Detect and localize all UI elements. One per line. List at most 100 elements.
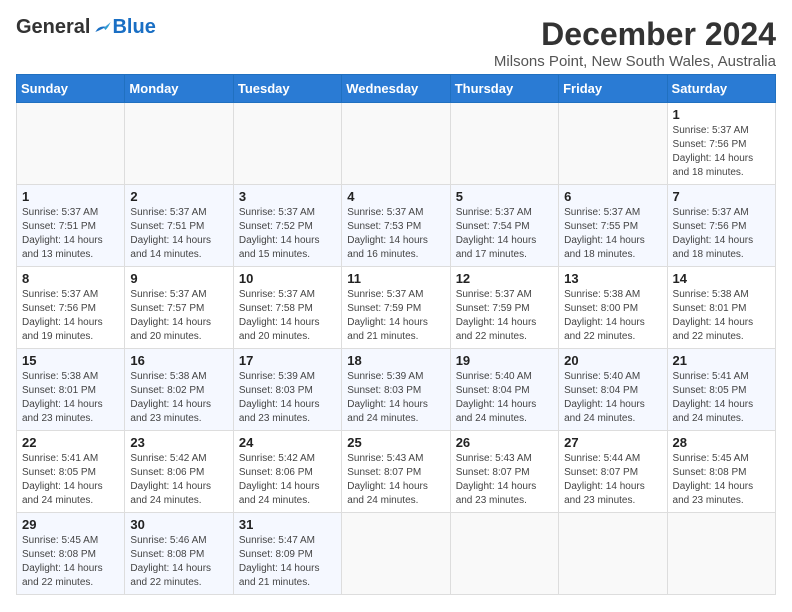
table-row: 17 Sunrise: 5:39 AM Sunset: 8:03 PM Dayl… — [233, 349, 341, 431]
day-number: 5 — [456, 189, 553, 204]
table-row: 9 Sunrise: 5:37 AM Sunset: 7:57 PM Dayli… — [125, 267, 233, 349]
day-info: Sunrise: 5:37 AM Sunset: 7:55 PM Dayligh… — [564, 206, 661, 262]
day-info: Sunrise: 5:37 AM Sunset: 7:56 PM Dayligh… — [673, 124, 770, 180]
table-row: 4 Sunrise: 5:37 AM Sunset: 7:53 PM Dayli… — [342, 185, 450, 267]
calendar-week-1: 1 Sunrise: 5:37 AM Sunset: 7:56 PM Dayli… — [17, 103, 776, 185]
day-info: Sunrise: 5:40 AM Sunset: 8:04 PM Dayligh… — [456, 370, 553, 426]
header-tuesday: Tuesday — [233, 75, 341, 103]
day-info: Sunrise: 5:37 AM Sunset: 7:56 PM Dayligh… — [673, 206, 770, 262]
day-number: 30 — [130, 517, 227, 532]
calendar-week-4: 15 Sunrise: 5:38 AM Sunset: 8:01 PM Dayl… — [17, 349, 776, 431]
day-number: 14 — [673, 271, 770, 286]
table-row — [125, 103, 233, 185]
day-number: 4 — [347, 189, 444, 204]
day-number: 10 — [239, 271, 336, 286]
table-row: 5 Sunrise: 5:37 AM Sunset: 7:54 PM Dayli… — [450, 185, 558, 267]
day-number: 31 — [239, 517, 336, 532]
day-info: Sunrise: 5:45 AM Sunset: 8:08 PM Dayligh… — [22, 534, 119, 590]
day-info: Sunrise: 5:38 AM Sunset: 8:02 PM Dayligh… — [130, 370, 227, 426]
day-number: 13 — [564, 271, 661, 286]
logo-bird-icon — [92, 18, 112, 38]
table-row: 25 Sunrise: 5:43 AM Sunset: 8:07 PM Dayl… — [342, 431, 450, 513]
day-number: 11 — [347, 271, 444, 286]
day-number: 16 — [130, 353, 227, 368]
calendar-header-row: SundayMondayTuesdayWednesdayThursdayFrid… — [17, 75, 776, 103]
logo-general-text: General — [16, 16, 90, 39]
day-number: 17 — [239, 353, 336, 368]
calendar-week-6: 29 Sunrise: 5:45 AM Sunset: 8:08 PM Dayl… — [17, 513, 776, 595]
table-row: 3 Sunrise: 5:37 AM Sunset: 7:52 PM Dayli… — [233, 185, 341, 267]
table-row — [559, 103, 667, 185]
calendar-week-2: 1 Sunrise: 5:37 AM Sunset: 7:51 PM Dayli… — [17, 185, 776, 267]
header-wednesday: Wednesday — [342, 75, 450, 103]
table-row: 28 Sunrise: 5:45 AM Sunset: 8:08 PM Dayl… — [667, 431, 775, 513]
title-area: December 2024 Milsons Point, New South W… — [494, 16, 776, 70]
calendar-week-5: 22 Sunrise: 5:41 AM Sunset: 8:05 PM Dayl… — [17, 431, 776, 513]
location-title: Milsons Point, New South Wales, Australi… — [494, 53, 776, 70]
header-sunday: Sunday — [17, 75, 125, 103]
day-number: 12 — [456, 271, 553, 286]
table-row — [559, 513, 667, 595]
day-number: 27 — [564, 435, 661, 450]
table-row: 14 Sunrise: 5:38 AM Sunset: 8:01 PM Dayl… — [667, 267, 775, 349]
table-row — [342, 103, 450, 185]
table-row — [450, 513, 558, 595]
day-number: 1 — [673, 107, 770, 122]
table-row: 26 Sunrise: 5:43 AM Sunset: 8:07 PM Dayl… — [450, 431, 558, 513]
day-info: Sunrise: 5:39 AM Sunset: 8:03 PM Dayligh… — [239, 370, 336, 426]
day-info: Sunrise: 5:37 AM Sunset: 7:51 PM Dayligh… — [130, 206, 227, 262]
day-info: Sunrise: 5:42 AM Sunset: 8:06 PM Dayligh… — [130, 452, 227, 508]
day-info: Sunrise: 5:41 AM Sunset: 8:05 PM Dayligh… — [22, 452, 119, 508]
header: General Blue December 2024 Milsons Point… — [16, 16, 776, 70]
day-info: Sunrise: 5:38 AM Sunset: 8:01 PM Dayligh… — [673, 288, 770, 344]
day-number: 8 — [22, 271, 119, 286]
day-info: Sunrise: 5:37 AM Sunset: 7:57 PM Dayligh… — [130, 288, 227, 344]
table-row — [667, 513, 775, 595]
day-info: Sunrise: 5:37 AM Sunset: 7:54 PM Dayligh… — [456, 206, 553, 262]
table-row — [450, 103, 558, 185]
day-info: Sunrise: 5:39 AM Sunset: 8:03 PM Dayligh… — [347, 370, 444, 426]
day-info: Sunrise: 5:37 AM Sunset: 7:52 PM Dayligh… — [239, 206, 336, 262]
table-row: 29 Sunrise: 5:45 AM Sunset: 8:08 PM Dayl… — [17, 513, 125, 595]
day-number: 26 — [456, 435, 553, 450]
table-row: 11 Sunrise: 5:37 AM Sunset: 7:59 PM Dayl… — [342, 267, 450, 349]
day-info: Sunrise: 5:37 AM Sunset: 7:51 PM Dayligh… — [22, 206, 119, 262]
table-row — [17, 103, 125, 185]
day-number: 22 — [22, 435, 119, 450]
month-title: December 2024 — [494, 16, 776, 53]
table-row: 21 Sunrise: 5:41 AM Sunset: 8:05 PM Dayl… — [667, 349, 775, 431]
day-number: 21 — [673, 353, 770, 368]
day-number: 7 — [673, 189, 770, 204]
day-info: Sunrise: 5:40 AM Sunset: 8:04 PM Dayligh… — [564, 370, 661, 426]
day-info: Sunrise: 5:45 AM Sunset: 8:08 PM Dayligh… — [673, 452, 770, 508]
table-row: 19 Sunrise: 5:40 AM Sunset: 8:04 PM Dayl… — [450, 349, 558, 431]
calendar-week-3: 8 Sunrise: 5:37 AM Sunset: 7:56 PM Dayli… — [17, 267, 776, 349]
table-row: 24 Sunrise: 5:42 AM Sunset: 8:06 PM Dayl… — [233, 431, 341, 513]
day-number: 2 — [130, 189, 227, 204]
header-saturday: Saturday — [667, 75, 775, 103]
logo-blue-text: Blue — [112, 16, 155, 39]
day-info: Sunrise: 5:47 AM Sunset: 8:09 PM Dayligh… — [239, 534, 336, 590]
day-number: 15 — [22, 353, 119, 368]
day-info: Sunrise: 5:37 AM Sunset: 7:58 PM Dayligh… — [239, 288, 336, 344]
day-number: 25 — [347, 435, 444, 450]
table-row: 1 Sunrise: 5:37 AM Sunset: 7:51 PM Dayli… — [17, 185, 125, 267]
table-row: 22 Sunrise: 5:41 AM Sunset: 8:05 PM Dayl… — [17, 431, 125, 513]
day-number: 6 — [564, 189, 661, 204]
day-number: 28 — [673, 435, 770, 450]
table-row: 6 Sunrise: 5:37 AM Sunset: 7:55 PM Dayli… — [559, 185, 667, 267]
table-row: 20 Sunrise: 5:40 AM Sunset: 8:04 PM Dayl… — [559, 349, 667, 431]
day-info: Sunrise: 5:43 AM Sunset: 8:07 PM Dayligh… — [347, 452, 444, 508]
day-info: Sunrise: 5:37 AM Sunset: 7:59 PM Dayligh… — [456, 288, 553, 344]
day-info: Sunrise: 5:41 AM Sunset: 8:05 PM Dayligh… — [673, 370, 770, 426]
header-friday: Friday — [559, 75, 667, 103]
day-number: 19 — [456, 353, 553, 368]
day-number: 9 — [130, 271, 227, 286]
day-info: Sunrise: 5:43 AM Sunset: 8:07 PM Dayligh… — [456, 452, 553, 508]
logo: General Blue — [16, 16, 156, 39]
day-number: 24 — [239, 435, 336, 450]
table-row: 30 Sunrise: 5:46 AM Sunset: 8:08 PM Dayl… — [125, 513, 233, 595]
table-row: 18 Sunrise: 5:39 AM Sunset: 8:03 PM Dayl… — [342, 349, 450, 431]
table-row: 23 Sunrise: 5:42 AM Sunset: 8:06 PM Dayl… — [125, 431, 233, 513]
table-row: 8 Sunrise: 5:37 AM Sunset: 7:56 PM Dayli… — [17, 267, 125, 349]
